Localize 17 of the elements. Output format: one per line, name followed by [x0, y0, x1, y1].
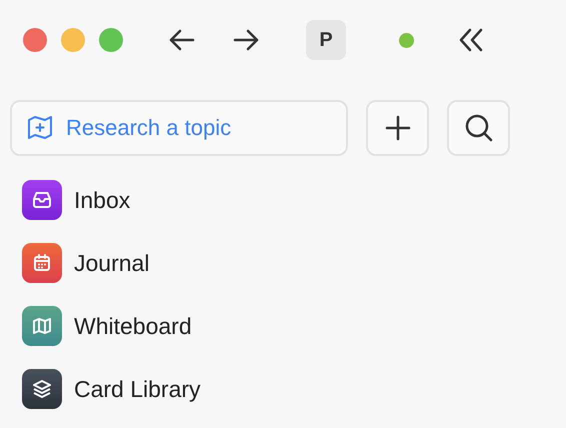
sidebar-item[interactable]: Card Library [74, 376, 201, 402]
search-button[interactable] [447, 100, 510, 156]
inbox-icon [22, 180, 62, 220]
research-button[interactable]: Research a topic [10, 100, 348, 156]
sidebar-item[interactable]: Whiteboard [74, 312, 192, 340]
sidebar-item[interactable]: Inbox [74, 186, 130, 214]
map-plus-icon [26, 115, 54, 141]
map-icon [22, 306, 62, 346]
calendar-icon [22, 243, 62, 283]
search-icon [464, 113, 494, 143]
status-dot [399, 32, 414, 48]
layers-icon [22, 369, 62, 409]
add-button[interactable] [366, 100, 429, 156]
profile-avatar[interactable]: P [306, 20, 346, 60]
plus-icon [384, 115, 410, 141]
close-window-control[interactable] [23, 28, 47, 52]
sidebar-item[interactable]: Journal [74, 250, 150, 276]
